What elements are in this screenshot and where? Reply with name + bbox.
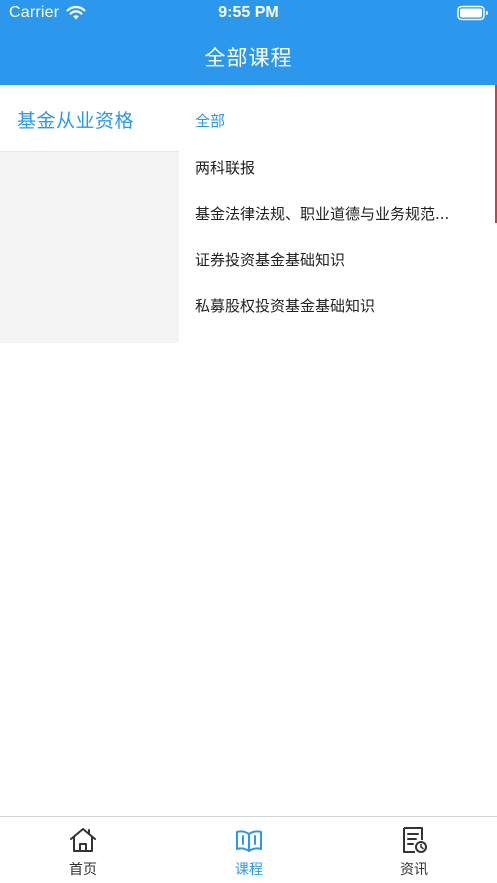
category-item-label: 基金从业资格: [17, 110, 135, 132]
tab-home-label: 首页: [69, 862, 97, 878]
course-item-all[interactable]: 全部: [195, 110, 495, 134]
tab-courses-label: 课程: [235, 862, 263, 878]
course-item-securities-fund[interactable]: 证券投资基金基础知识: [195, 249, 495, 273]
status-bar: Carrier 9:55 PM: [0, 0, 497, 28]
header: Carrier 9:55 PM 全部课程: [0, 0, 497, 85]
home-icon: [70, 828, 96, 852]
category-sidebar: 基金从业资格: [0, 85, 179, 343]
course-item-combo[interactable]: 两科联报: [195, 157, 495, 181]
tab-news-label: 资讯: [400, 862, 428, 878]
course-list: 全部 两科联报 基金法律法规、职业道德与业务规范... 证券投资基金基础知识 私…: [179, 85, 497, 343]
news-document-icon: [403, 827, 427, 853]
category-item-selected[interactable]: 基金从业资格: [0, 85, 179, 152]
tab-bar: 首页 课程 资讯: [0, 816, 497, 883]
app-screen: Carrier 9:55 PM 全部课程 基金从业资格 全部 两科联报 基金法律…: [0, 0, 497, 883]
clock: 9:55 PM: [218, 4, 279, 21]
course-item-law-ethics[interactable]: 基金法律法规、职业道德与业务规范...: [195, 203, 495, 227]
tab-home[interactable]: 首页: [0, 817, 166, 883]
tab-news[interactable]: 资讯: [331, 817, 497, 883]
course-item-private-equity[interactable]: 私募股权投资基金基础知识: [195, 295, 495, 319]
page-title: 全部课程: [204, 46, 293, 70]
battery-icon: [457, 5, 488, 21]
tab-courses[interactable]: 课程: [166, 817, 332, 883]
open-book-icon: [236, 830, 262, 852]
